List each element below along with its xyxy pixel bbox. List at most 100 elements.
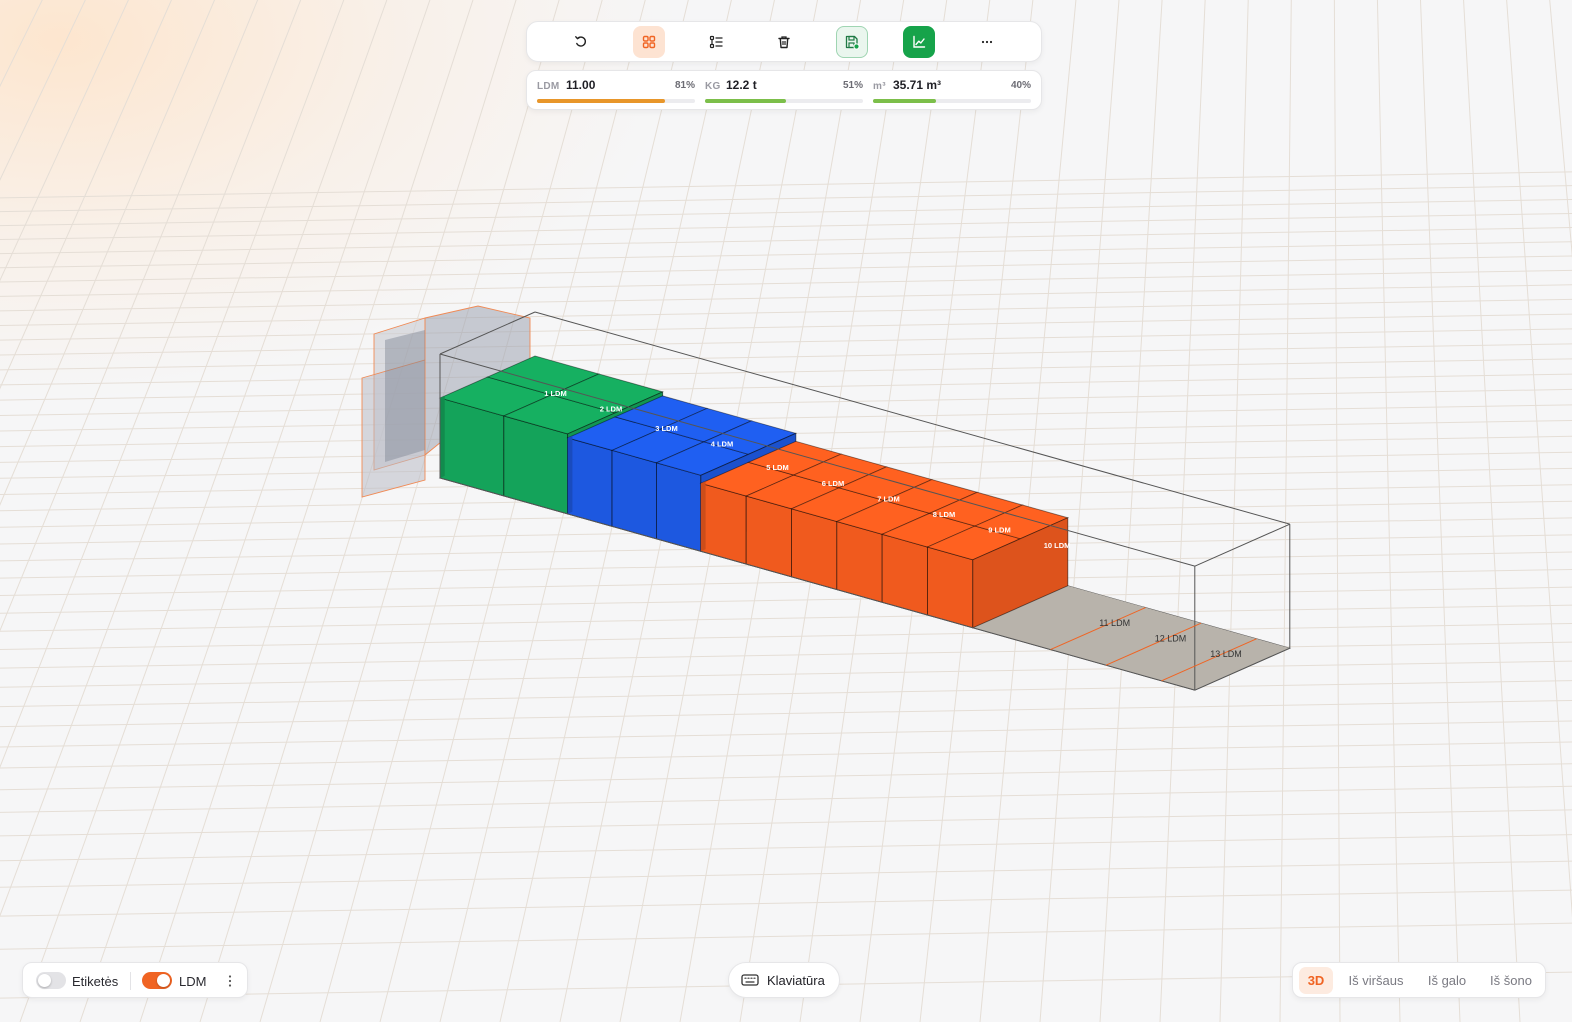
grid-line (0, 586, 1572, 614)
grid-line (1159, 0, 1206, 1022)
cab-face (385, 330, 425, 462)
ldm-stat-label: LDM (537, 81, 560, 92)
view-side-button[interactable]: Iš šono (1483, 967, 1539, 994)
list-icon (710, 35, 723, 48)
ldm-label: 8 LDM (933, 510, 956, 519)
more-button[interactable] (971, 26, 1003, 58)
labels-toggle[interactable] (36, 972, 66, 989)
grid-line (1376, 0, 1401, 1022)
ldm-label: 6 LDM (822, 479, 845, 488)
grid-line (1219, 0, 1249, 1022)
undo-button[interactable] (565, 26, 597, 58)
cargo-side-face (881, 533, 928, 616)
ldm-toggle-label: LDM (179, 974, 207, 989)
trailer-edge (1194, 523, 1291, 567)
ldm-stat-percent: 81% (674, 80, 695, 91)
grid-line (0, 604, 1572, 632)
grid-line (79, 0, 431, 1022)
grid-view-button[interactable] (632, 25, 665, 58)
grid-line (0, 809, 1572, 837)
grid-line (0, 0, 86, 181)
cargo-side-face (791, 508, 838, 591)
grid-line (1333, 0, 1341, 1022)
grid-line (0, 922, 1572, 950)
view-rear-button[interactable]: Iš galo (1419, 967, 1475, 994)
more-vertical-icon (228, 975, 232, 987)
chart-button[interactable] (903, 25, 936, 58)
grid-line (139, 0, 474, 1022)
ldm-label: 5 LDM (766, 463, 789, 472)
ldm-label: 11 LDM (1099, 618, 1130, 628)
top-toolbar (526, 21, 1042, 62)
grid-icon (642, 35, 655, 48)
labels-toggle-knob (38, 974, 51, 987)
ldm-label: 1 LDM (544, 389, 567, 398)
grid-line (0, 0, 259, 632)
grid-line (0, 889, 1572, 917)
load-stats-bar: LDM 11.00 81% KG 12.2 t 51% m³ 35.71 m³ … (526, 70, 1042, 110)
kg-stat: KG 12.2 t 51% (705, 71, 863, 109)
grid-line (0, 185, 1572, 213)
grid-line (1506, 0, 1572, 918)
delete-button[interactable] (768, 26, 800, 58)
volume-stat-percent: 40% (1010, 80, 1031, 91)
grid-line (0, 763, 1572, 791)
keyboard-icon (741, 974, 759, 986)
cargo-side-face (656, 462, 702, 552)
ldm-label: 12 LDM (1155, 633, 1187, 643)
ldm-stat: LDM 11.00 81% (537, 71, 695, 109)
grid-line (1419, 0, 1461, 1022)
volume-progress-fill (873, 99, 937, 103)
ldm-label: 7 LDM (877, 494, 900, 503)
grid-line (0, 0, 345, 917)
grid-line (0, 0, 43, 88)
display-toggles: Etiketės LDM (22, 962, 248, 998)
cargo-side-face (611, 449, 657, 540)
toggles-more-button[interactable] (223, 971, 237, 991)
ldm-toggle[interactable] (142, 972, 172, 989)
view-3d-button[interactable]: 3D (1299, 967, 1333, 994)
cargo-side-face (567, 437, 613, 527)
view-mode-switcher: 3D Iš viršaus Iš galo Iš šono (1292, 962, 1546, 998)
ldm-label: 4 LDM (711, 440, 734, 449)
cargo-front-face (440, 395, 445, 478)
ldm-label: 9 LDM (988, 526, 1011, 535)
ldm-label: 10 LDM (1044, 541, 1071, 550)
volume-stat-value: 35.71 m³ (893, 78, 942, 92)
kg-stat-percent: 51% (842, 80, 863, 91)
save-button[interactable] (835, 25, 868, 58)
save-icon (845, 35, 860, 50)
kg-progress-fill (705, 99, 786, 103)
labels-toggle-label: Etiketės (72, 974, 119, 989)
grid-line (1279, 0, 1292, 1022)
volume-stat-label: m³ (873, 81, 886, 92)
grid-line (0, 720, 1572, 748)
grid-line (0, 741, 1572, 769)
trash-icon (778, 35, 790, 48)
grid-line (0, 0, 302, 769)
cargo-side-face (700, 482, 747, 565)
grid-line (0, 199, 1572, 227)
volume-stat: m³ 35.71 m³ 40% (873, 71, 1031, 109)
list-view-button[interactable] (700, 26, 732, 58)
cargo-side-face (745, 495, 792, 578)
toggle-divider (130, 972, 131, 990)
ldm-toggle-knob (157, 974, 170, 987)
3d-viewport[interactable]: 1 LDM 2 LDM 3 LDM 4 LDM 5 LDM 6 LDM 7 LDM 8 LDM… (0, 0, 1572, 1022)
chart-icon (913, 35, 926, 48)
cargo-side-face (836, 520, 883, 603)
view-top-button[interactable]: Iš viršaus (1341, 967, 1411, 994)
grid-line (199, 0, 517, 1022)
keyboard-button[interactable]: Klaviatūra (728, 962, 840, 998)
cargo-scene[interactable]: 1 LDM 2 LDM 3 LDM 4 LDM 5 LDM 6 LDM 7 LDM 8 LDM… (0, 0, 1572, 1022)
ldm-label: 2 LDM (600, 404, 623, 413)
ldm-progress-track (537, 99, 695, 103)
kg-stat-label: KG (705, 81, 721, 92)
ldm-progress-fill (537, 99, 665, 103)
keyboard-label: Klaviatūra (767, 973, 825, 988)
ldm-label: 3 LDM (655, 424, 678, 433)
cargo-side-face (927, 546, 974, 629)
kg-progress-track (705, 99, 863, 103)
cargo-front-face (700, 481, 706, 552)
cargo-group (361, 305, 1292, 691)
